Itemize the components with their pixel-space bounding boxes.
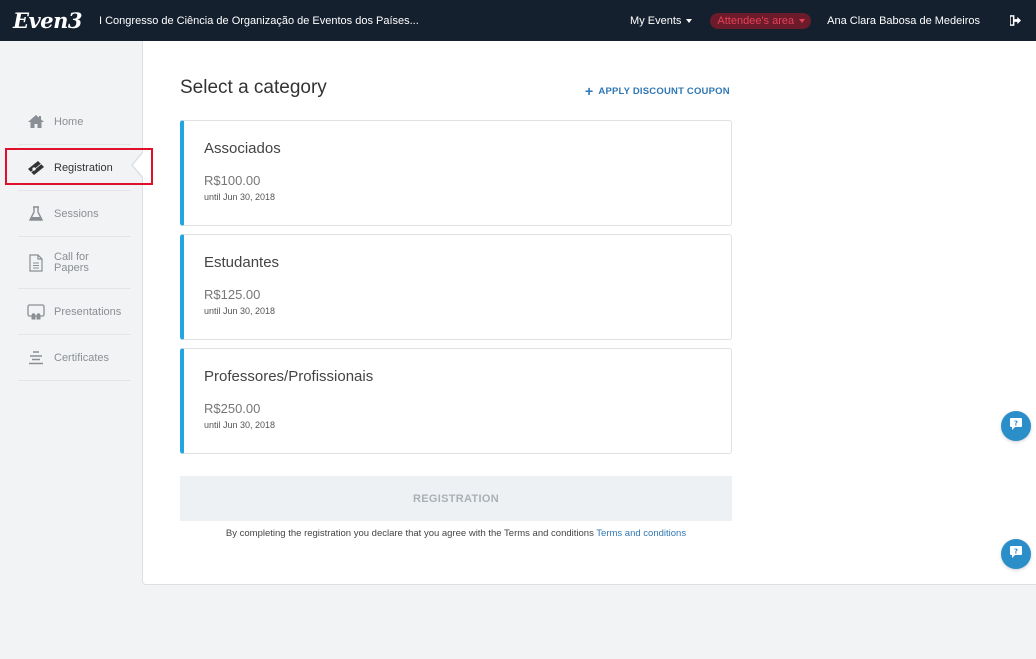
help-chat-button[interactable]: ? bbox=[1001, 411, 1031, 441]
terms-link[interactable]: Terms and conditions bbox=[596, 528, 686, 539]
sidebar-item-label: Certificates bbox=[54, 351, 110, 364]
sidebar: Home Registration Sessions Call for Pape… bbox=[0, 99, 131, 381]
page-title: Select a category bbox=[180, 77, 327, 98]
category-deadline: until Jun 30, 2018 bbox=[204, 306, 276, 316]
event-title[interactable]: I Congresso de Ciência de Organização de… bbox=[99, 15, 419, 27]
sidebar-item-certificates[interactable]: Certificates bbox=[18, 335, 131, 381]
registration-button[interactable]: REGISTRATION bbox=[180, 476, 732, 521]
terms-notice: By completing the registration you decla… bbox=[180, 528, 732, 539]
sidebar-item-label: Sessions bbox=[54, 207, 99, 220]
document-icon bbox=[26, 253, 46, 273]
help-chat-button-secondary[interactable]: ? bbox=[1001, 539, 1031, 569]
category-card-professores[interactable]: Professores/Profissionais R$250.00 until… bbox=[180, 348, 732, 454]
top-nav-right: My Events Attendee's area Ana Clara Babo… bbox=[630, 0, 1036, 41]
ticket-icon bbox=[26, 158, 46, 178]
category-card-associados[interactable]: Associados R$100.00 until Jun 30, 2018 bbox=[180, 120, 732, 226]
apply-coupon-link[interactable]: + APPLY DISCOUNT COUPON bbox=[585, 83, 730, 99]
sidebar-item-call-for-papers[interactable]: Call for Papers bbox=[18, 237, 131, 289]
sidebar-item-label: Call for Papers bbox=[54, 250, 89, 274]
my-events-label: My Events bbox=[630, 14, 682, 27]
sidebar-item-presentations[interactable]: Presentations bbox=[18, 289, 131, 335]
user-name-link[interactable]: Ana Clara Babosa de Medeiros bbox=[827, 15, 980, 27]
svg-text:?: ? bbox=[1014, 547, 1018, 555]
category-deadline: until Jun 30, 2018 bbox=[204, 192, 276, 202]
top-navbar: Even3 I Congresso de Ciência de Organiza… bbox=[0, 0, 1036, 41]
attendee-area-dropdown[interactable]: Attendee's area bbox=[710, 12, 812, 29]
logout-icon[interactable] bbox=[1002, 15, 1028, 26]
caret-down-icon bbox=[799, 18, 806, 23]
attendee-area-label: Attendee's area bbox=[717, 14, 795, 27]
sidebar-item-label: Presentations bbox=[54, 305, 122, 318]
sidebar-item-sessions[interactable]: Sessions bbox=[18, 191, 131, 237]
category-card-estudantes[interactable]: Estudantes R$125.00 until Jun 30, 2018 bbox=[180, 234, 732, 340]
category-name: Estudantes bbox=[204, 254, 280, 271]
category-name: Associados bbox=[204, 140, 281, 157]
plus-icon: + bbox=[585, 83, 594, 99]
sidebar-item-label: Registration bbox=[54, 161, 113, 174]
help-chat-icon: ? bbox=[1009, 545, 1023, 564]
active-indicator-inner bbox=[133, 153, 143, 177]
even3-logo[interactable]: Even3 bbox=[13, 8, 91, 33]
sidebar-item-label: Home bbox=[54, 115, 84, 128]
caret-down-icon bbox=[686, 18, 693, 23]
my-events-dropdown[interactable]: My Events bbox=[630, 14, 693, 27]
home-icon bbox=[26, 112, 46, 132]
flask-icon bbox=[26, 204, 46, 224]
sidebar-item-registration[interactable]: Registration bbox=[18, 145, 131, 191]
presentation-icon bbox=[26, 302, 46, 322]
category-price: R$125.00 bbox=[204, 287, 261, 302]
svg-text:?: ? bbox=[1014, 419, 1018, 427]
certificate-icon bbox=[26, 348, 46, 368]
terms-text: By completing the registration you decla… bbox=[225, 528, 594, 539]
category-price: R$250.00 bbox=[204, 401, 261, 416]
category-deadline: until Jun 30, 2018 bbox=[204, 420, 276, 430]
sidebar-item-home[interactable]: Home bbox=[18, 99, 131, 145]
help-chat-icon: ? bbox=[1009, 417, 1023, 436]
category-name: Professores/Profissionais bbox=[204, 368, 374, 385]
coupon-label: APPLY DISCOUNT COUPON bbox=[598, 86, 730, 97]
category-price: R$100.00 bbox=[204, 173, 261, 188]
